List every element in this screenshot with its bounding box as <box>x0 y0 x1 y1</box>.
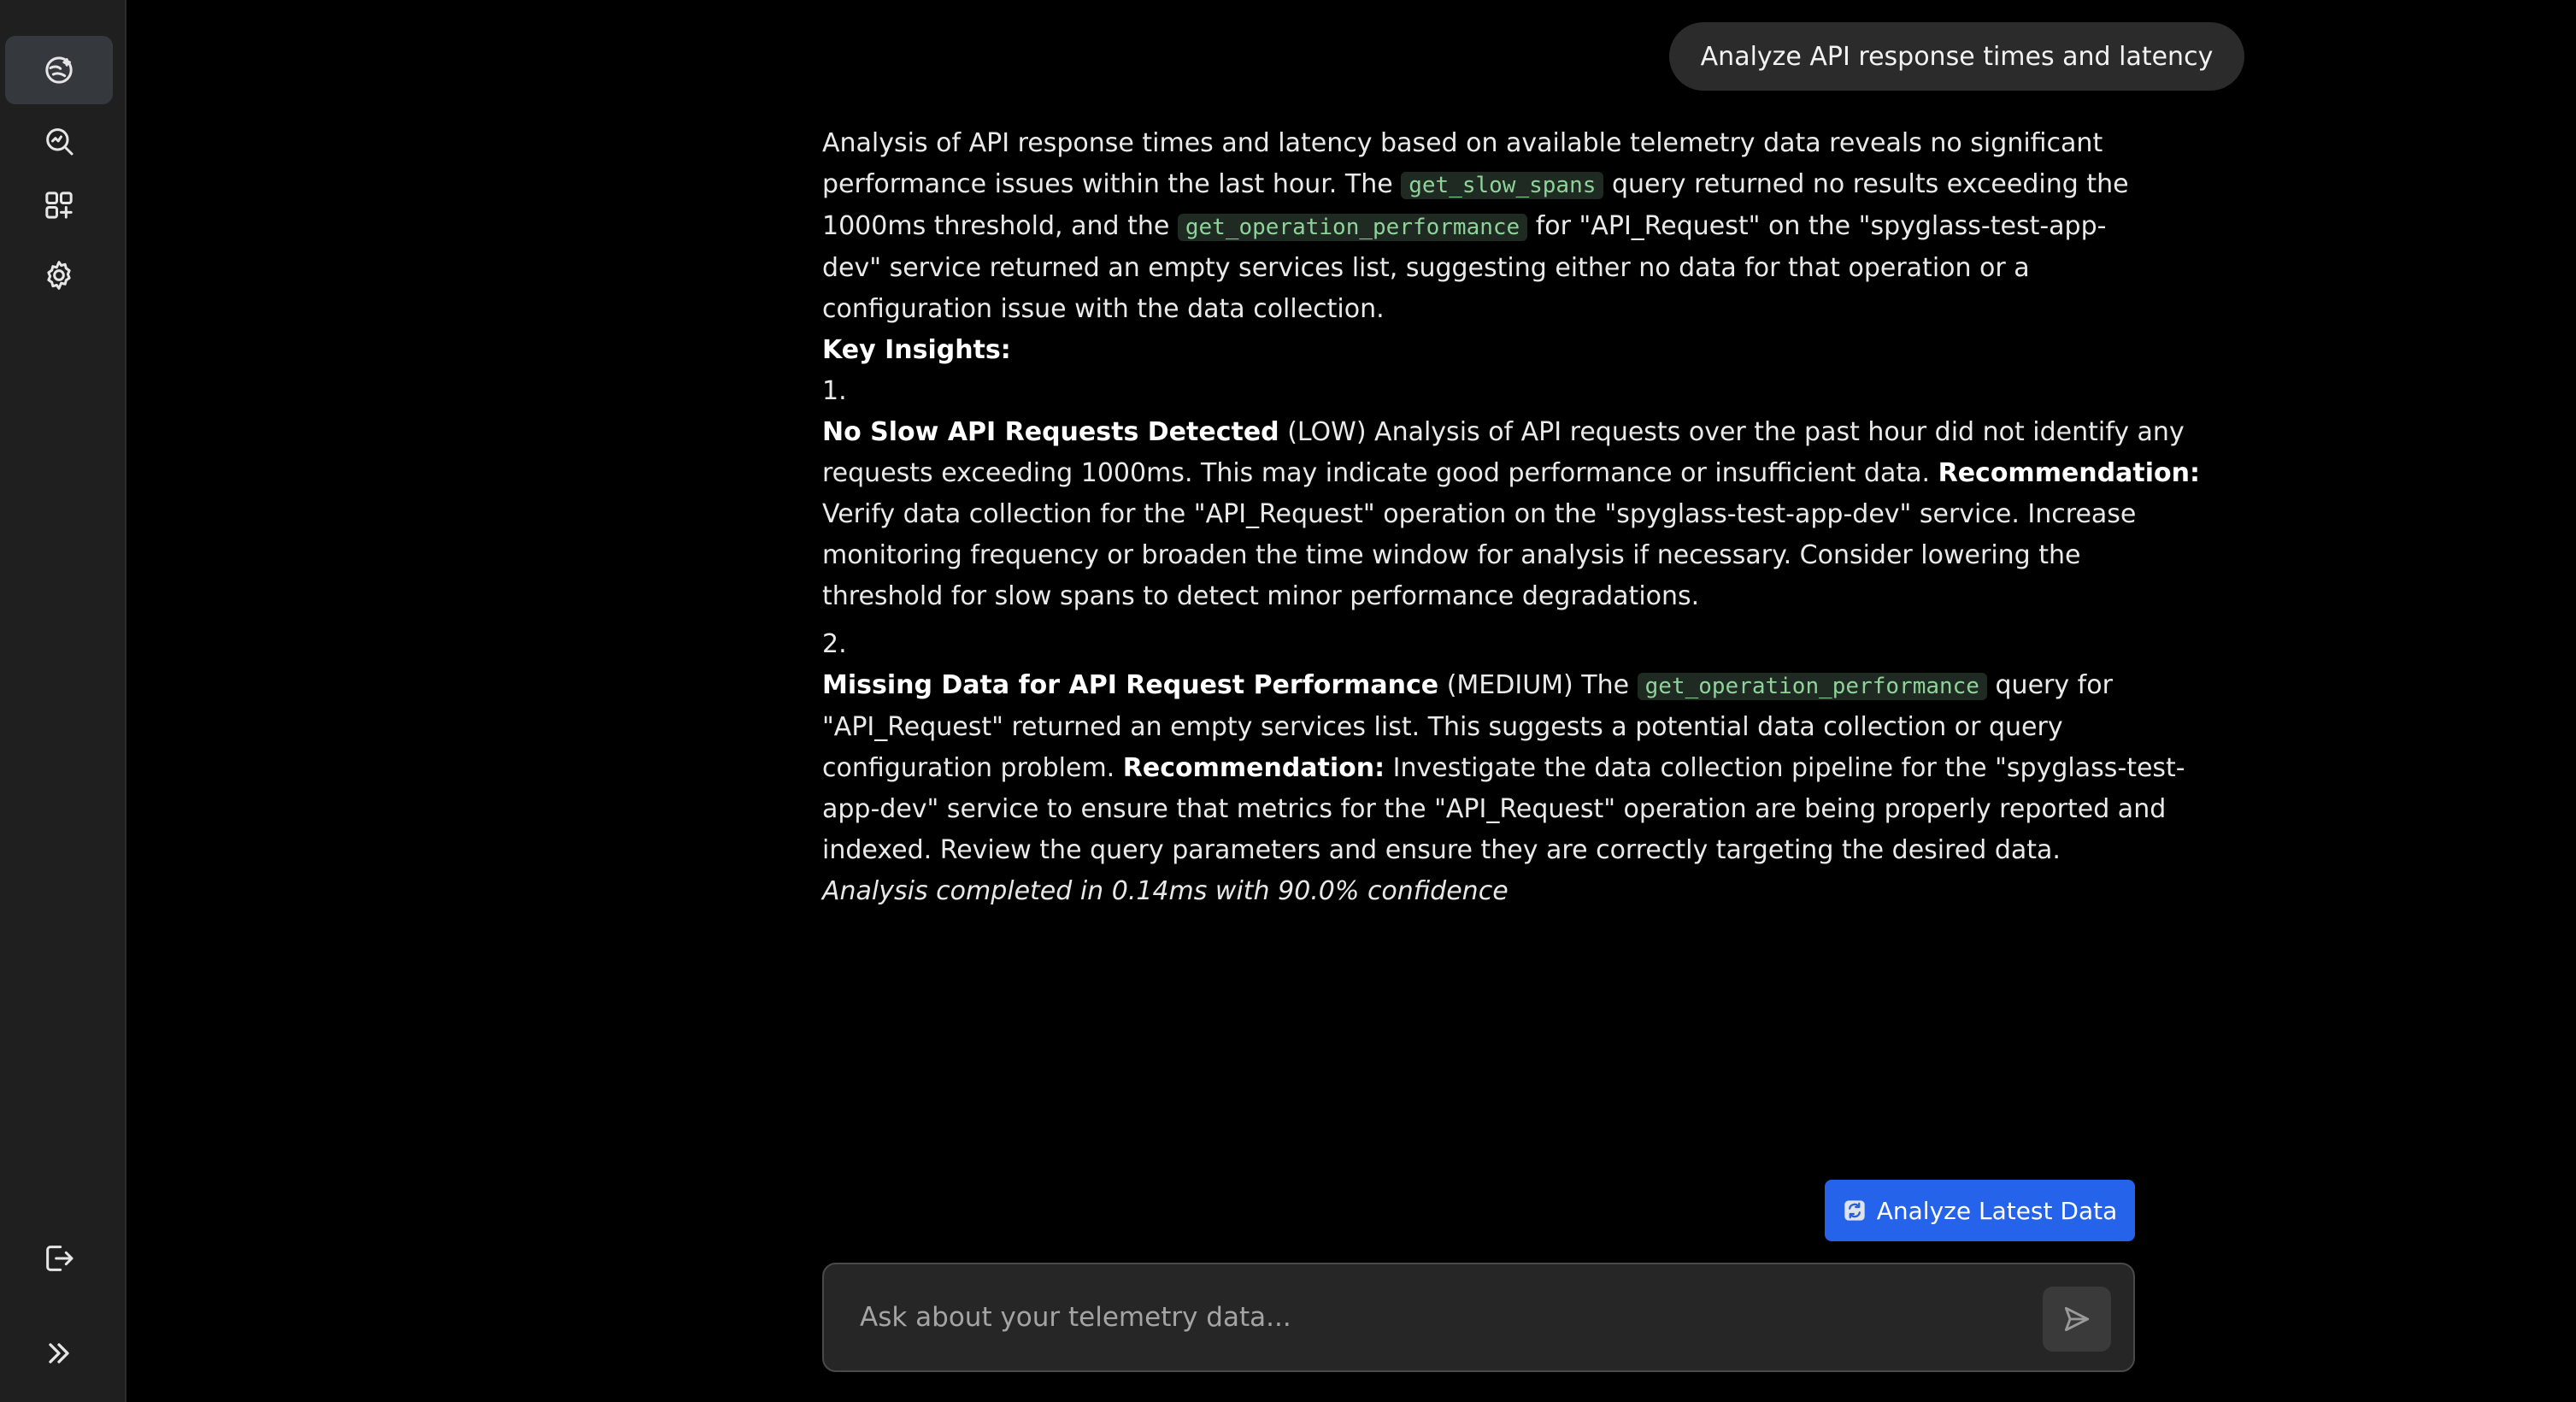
insight-line: requests exceeding 1000ms. This may indi… <box>822 453 2200 494</box>
refresh-icon <box>1844 1200 1865 1221</box>
response-text: "API_Request" returned an empty services… <box>822 712 2063 742</box>
response-text: indexed. Review the query parameters and… <box>822 835 2061 865</box>
response-text: dev" service returned an empty services … <box>822 253 2030 283</box>
response-text: 1000ms threshold, and the <box>822 211 1170 241</box>
sidebar-item-settings[interactable] <box>5 241 113 309</box>
chat-composer <box>822 1263 2135 1372</box>
insight-number: 2. <box>822 629 847 659</box>
response-line: Analysis of API response times and laten… <box>822 123 2138 164</box>
response-line: performance issues within the last hour.… <box>822 164 2138 206</box>
response-text: query for <box>1995 670 2113 700</box>
response-text: Investigate the data collection pipeline… <box>1392 753 2185 783</box>
chat-sparkle-icon <box>45 56 73 84</box>
sidebar-item-widgets[interactable] <box>5 171 113 239</box>
insight-number: 1. <box>822 376 847 406</box>
expand-sidebar-button[interactable] <box>5 1319 113 1387</box>
send-button[interactable] <box>2043 1287 2111 1352</box>
insight-line: "API_Request" returned an empty services… <box>822 707 2138 748</box>
widgets-add-icon <box>45 191 73 219</box>
response-text: Verify data collection for the "API_Requ… <box>822 499 2137 529</box>
insight-line: configuration problem. Recommendation: I… <box>822 748 2185 789</box>
analysis-footer: Analysis completed in 0.14ms with 90.0% … <box>822 876 1509 906</box>
response-text: app-dev" service to ensure that metrics … <box>822 794 2167 824</box>
sidebar-item-chat[interactable] <box>5 36 113 104</box>
response-text: (LOW) Analysis of API requests over the … <box>1287 417 2185 447</box>
insight-title: No Slow API Requests Detected <box>822 417 1279 447</box>
chat-main: Analyze API response times and latency A… <box>126 0 2576 1402</box>
analyze-button-label: Analyze Latest Data <box>1876 1196 2118 1225</box>
user-message-bubble: Analyze API response times and latency <box>1669 22 2244 91</box>
response-text: for "API_Request" on the "spyglass-test-… <box>1535 211 2107 241</box>
inline-code: get_operation_performance <box>1637 673 1987 700</box>
insight-line: Missing Data for API Request Performance… <box>822 665 2138 707</box>
response-text: (MEDIUM) The <box>1446 670 1630 700</box>
send-icon <box>2064 1306 2090 1332</box>
response-text: Analysis of API response times and laten… <box>822 128 2103 158</box>
chat-input[interactable] <box>858 1288 2041 1346</box>
recommendation-label: Recommendation: <box>1938 458 2200 488</box>
sidebar-item-search[interactable] <box>5 107 113 175</box>
insight-line: app-dev" service to ensure that metrics … <box>822 789 2166 830</box>
user-message-text: Analyze API response times and latency <box>1700 41 2214 72</box>
response-text: configuration issue with the data collec… <box>822 294 1385 324</box>
insight-line: No Slow API Requests Detected (LOW) Anal… <box>822 412 2185 453</box>
logout-button[interactable] <box>5 1224 113 1293</box>
logout-icon <box>46 1246 74 1271</box>
inline-code: get_operation_performance <box>1177 214 1528 241</box>
insight-title: Missing Data for API Request Performance <box>822 670 1439 700</box>
response-line: 1000ms threshold, and the get_operation_… <box>822 206 2138 248</box>
response-text: requests exceeding 1000ms. This may indi… <box>822 458 1931 488</box>
response-text: configuration problem. <box>822 753 1115 783</box>
sidebar <box>0 0 126 1402</box>
response-text: query returned no results exceeding the <box>1611 169 2129 199</box>
inline-code: get_slow_spans <box>1401 172 1604 199</box>
response-text: performance issues within the last hour.… <box>822 169 1393 199</box>
insight-line: threshold for slow spans to detect minor… <box>822 576 2138 617</box>
insight-line: Verify data collection for the "API_Requ… <box>822 494 2138 535</box>
response-line: dev" service returned an empty services … <box>822 248 2138 289</box>
recommendation-label: Recommendation: <box>1122 753 1385 783</box>
response-line: configuration issue with the data collec… <box>822 289 2138 330</box>
key-insights-heading: Key Insights: <box>822 335 1011 365</box>
insight-line: monitoring frequency or broaden the time… <box>822 535 2138 576</box>
response-text: threshold for slow spans to detect minor… <box>822 581 1700 611</box>
response-text: monitoring frequency or broaden the time… <box>822 540 2081 570</box>
gear-icon <box>47 261 71 290</box>
expand-sidebar-icon <box>49 1343 69 1364</box>
insight-line: indexed. Review the query parameters and… <box>822 830 2138 871</box>
search-analytics-icon <box>46 128 74 156</box>
assistant-response: Analysis of API response times and laten… <box>822 123 2200 912</box>
analyze-latest-data-button[interactable]: Analyze Latest Data <box>1825 1180 2135 1241</box>
